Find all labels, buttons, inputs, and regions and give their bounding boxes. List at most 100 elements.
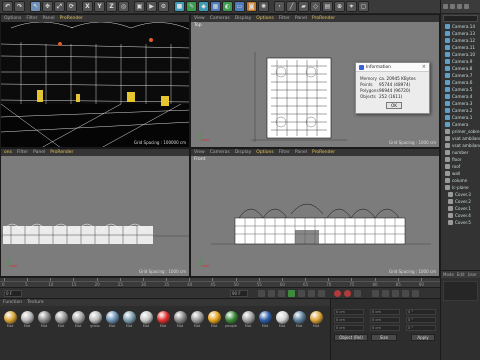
record-icon[interactable] [334,290,341,297]
position-x-field[interactable]: 0 cm [334,309,364,315]
position-z-field[interactable]: 0 cm [334,325,364,331]
material-swatch[interactable]: Mat [258,311,272,329]
render-view-icon[interactable]: ▶ [146,1,157,12]
workplane-icon[interactable]: ▢ [358,1,369,12]
menu-function[interactable]: Function [3,300,22,305]
keyframe-selection-icon[interactable] [354,290,361,297]
subdivision-icon[interactable]: ◆ [198,1,209,12]
object-row[interactable]: Cover.4 [441,212,480,219]
material-swatch[interactable]: people [224,311,238,329]
edges-mode-icon[interactable]: ╱ [286,1,297,12]
object-row[interactable]: Camera.5 [441,86,480,93]
object-search-input[interactable] [443,15,478,22]
polygons-mode-icon[interactable]: ▰ [298,1,309,12]
menu-options[interactable]: ons [4,150,12,155]
render-region-icon[interactable]: ▣ [134,1,145,12]
object-row[interactable]: Cover.1 [441,205,480,212]
go-to-end-icon[interactable] [318,290,325,297]
material-swatch[interactable]: Mat [139,311,153,329]
object-row[interactable]: column [441,177,480,184]
play-icon[interactable] [288,290,295,297]
object-row[interactable]: primer_sobre [441,128,480,135]
undo-icon[interactable]: ↶ [2,1,13,12]
menu-options[interactable]: Options [256,16,273,21]
material-swatch[interactable]: Mat [292,311,306,329]
menu-panel[interactable]: Panel [33,150,45,155]
apply-button[interactable]: Apply [411,334,435,341]
points-mode-icon[interactable]: · [274,1,285,12]
camera-icon[interactable]: ◙ [246,1,257,12]
object-row[interactable]: Camera.6 [441,79,480,86]
view-menu-icon[interactable] [457,4,462,9]
next-frame-icon[interactable] [298,290,305,297]
material-swatch[interactable]: Mat [309,311,323,329]
object-row[interactable]: Camera.12 [441,37,480,44]
menu-panel[interactable]: Panel [43,16,55,21]
point-level-key-icon[interactable] [412,290,419,297]
object-rel-dropdown[interactable]: Object (Rel) [334,334,368,341]
axis-x-button[interactable]: X [82,1,93,12]
tab-user[interactable]: User [468,272,477,277]
menu-filter[interactable]: Filter [279,150,290,155]
menu-view[interactable]: View [194,150,205,155]
previous-key-icon[interactable] [268,290,275,297]
rotation-b-field[interactable]: 0 ° [406,325,436,331]
size-x-field[interactable]: 0 cm [370,309,400,315]
menu-cameras[interactable]: Cameras [210,150,230,155]
deformer-icon[interactable]: ◐ [222,1,233,12]
position-y-field[interactable]: 0 cm [334,317,364,323]
texture-mode-icon[interactable]: ▤ [322,1,333,12]
rotation-p-field[interactable]: 0 ° [406,317,436,323]
rotate-icon[interactable]: ⟳ [66,1,77,12]
size-z-field[interactable]: 0 cm [370,325,400,331]
floor-icon[interactable]: ▭ [234,1,245,12]
material-swatch[interactable]: Mat [122,311,136,329]
move-icon[interactable]: ✥ [42,1,53,12]
size-y-field[interactable]: 0 cm [370,317,400,323]
object-row[interactable]: Camera.8 [441,65,480,72]
next-key-icon[interactable] [308,290,315,297]
array-icon[interactable]: ▦ [210,1,221,12]
menu-filter[interactable]: Filter [26,16,37,21]
menu-view[interactable]: View [194,16,205,21]
rotation-key-icon[interactable] [392,290,399,297]
object-row[interactable]: Camera.9 [441,58,480,65]
material-swatch[interactable]: Mat [275,311,289,329]
menu-filter[interactable]: Filter [17,150,28,155]
live-select-icon[interactable]: ↖ [30,1,41,12]
menu-panel[interactable]: Panel [295,150,307,155]
menu-prorender[interactable]: ProRender [60,16,83,21]
material-swatch[interactable]: Mat [207,311,221,329]
object-row[interactable]: Camera.2 [441,107,480,114]
object-row[interactable]: lc-plane [441,184,480,191]
coordinate-system-icon[interactable]: ◎ [118,1,129,12]
material-swatch[interactable]: Mat [71,311,85,329]
object-row[interactable]: floor [441,156,480,163]
object-row[interactable]: Camera [441,121,480,128]
close-icon[interactable]: × [422,64,426,70]
material-swatch[interactable]: Mat [241,311,255,329]
front-viewport[interactable]: View Cameras Display Options Filter Pane… [190,148,440,277]
render-settings-icon[interactable]: ⚙ [158,1,169,12]
object-row[interactable]: Camera.10 [441,51,480,58]
object-row[interactable]: Camera.4 [441,93,480,100]
object-row[interactable]: Cover.2 [441,198,480,205]
scale-icon[interactable]: ⤢ [54,1,65,12]
menu-cameras[interactable]: Cameras [210,16,230,21]
material-swatch[interactable]: Mat [20,311,34,329]
object-row[interactable]: Camera.3 [441,100,480,107]
material-swatch[interactable]: Mat [156,311,170,329]
tab-mode[interactable]: Mode [443,272,454,277]
menu-panel[interactable]: Panel [295,16,307,21]
right-viewport[interactable]: ons Filter Panel ProRender Grid Spacing … [0,148,190,277]
snap-icon[interactable]: ⌖ [346,1,357,12]
scale-key-icon[interactable] [382,290,389,297]
redo-icon[interactable]: ↷ [14,1,25,12]
pen-icon[interactable]: ✎ [186,1,197,12]
dialog-titlebar[interactable]: Information [356,63,429,72]
material-swatch[interactable]: Mat [37,311,51,329]
cube-icon[interactable]: ■ [174,1,185,12]
previous-frame-icon[interactable] [278,290,285,297]
size-dropdown[interactable]: Size [371,334,397,341]
axis-z-button[interactable]: Z [106,1,117,12]
